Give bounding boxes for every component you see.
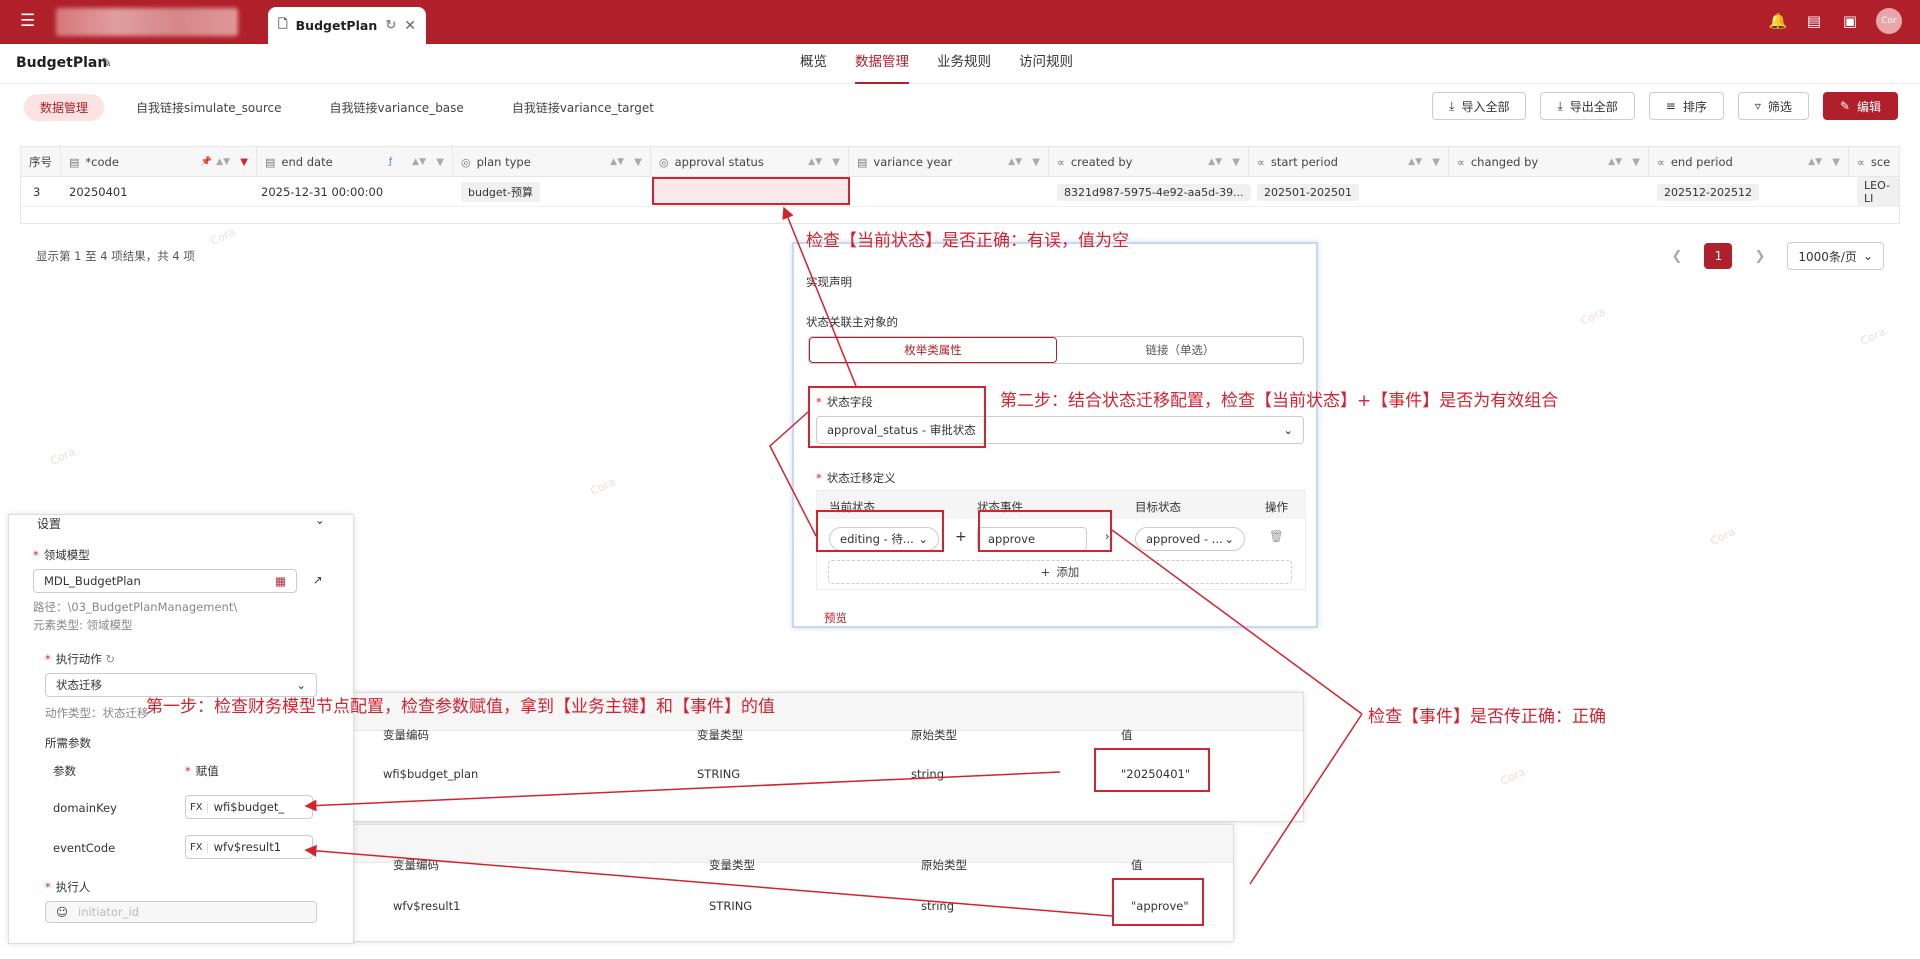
annotation-3: 第一步：检查财务模型节点配置，检查参数赋值，拿到【业务主键】和【事件】的值	[146, 697, 775, 717]
annotation-1: 检查【当前状态】是否正确：有误，值为空	[806, 231, 1129, 251]
annotation-4: 检查【事件】是否传正确：正确	[1368, 707, 1606, 727]
annotation-2: 第二步：结合状态迁移配置，检查【当前状态】+【事件】是否为有效组合	[1000, 391, 1559, 411]
annotation-arrows	[304, 206, 1363, 917]
